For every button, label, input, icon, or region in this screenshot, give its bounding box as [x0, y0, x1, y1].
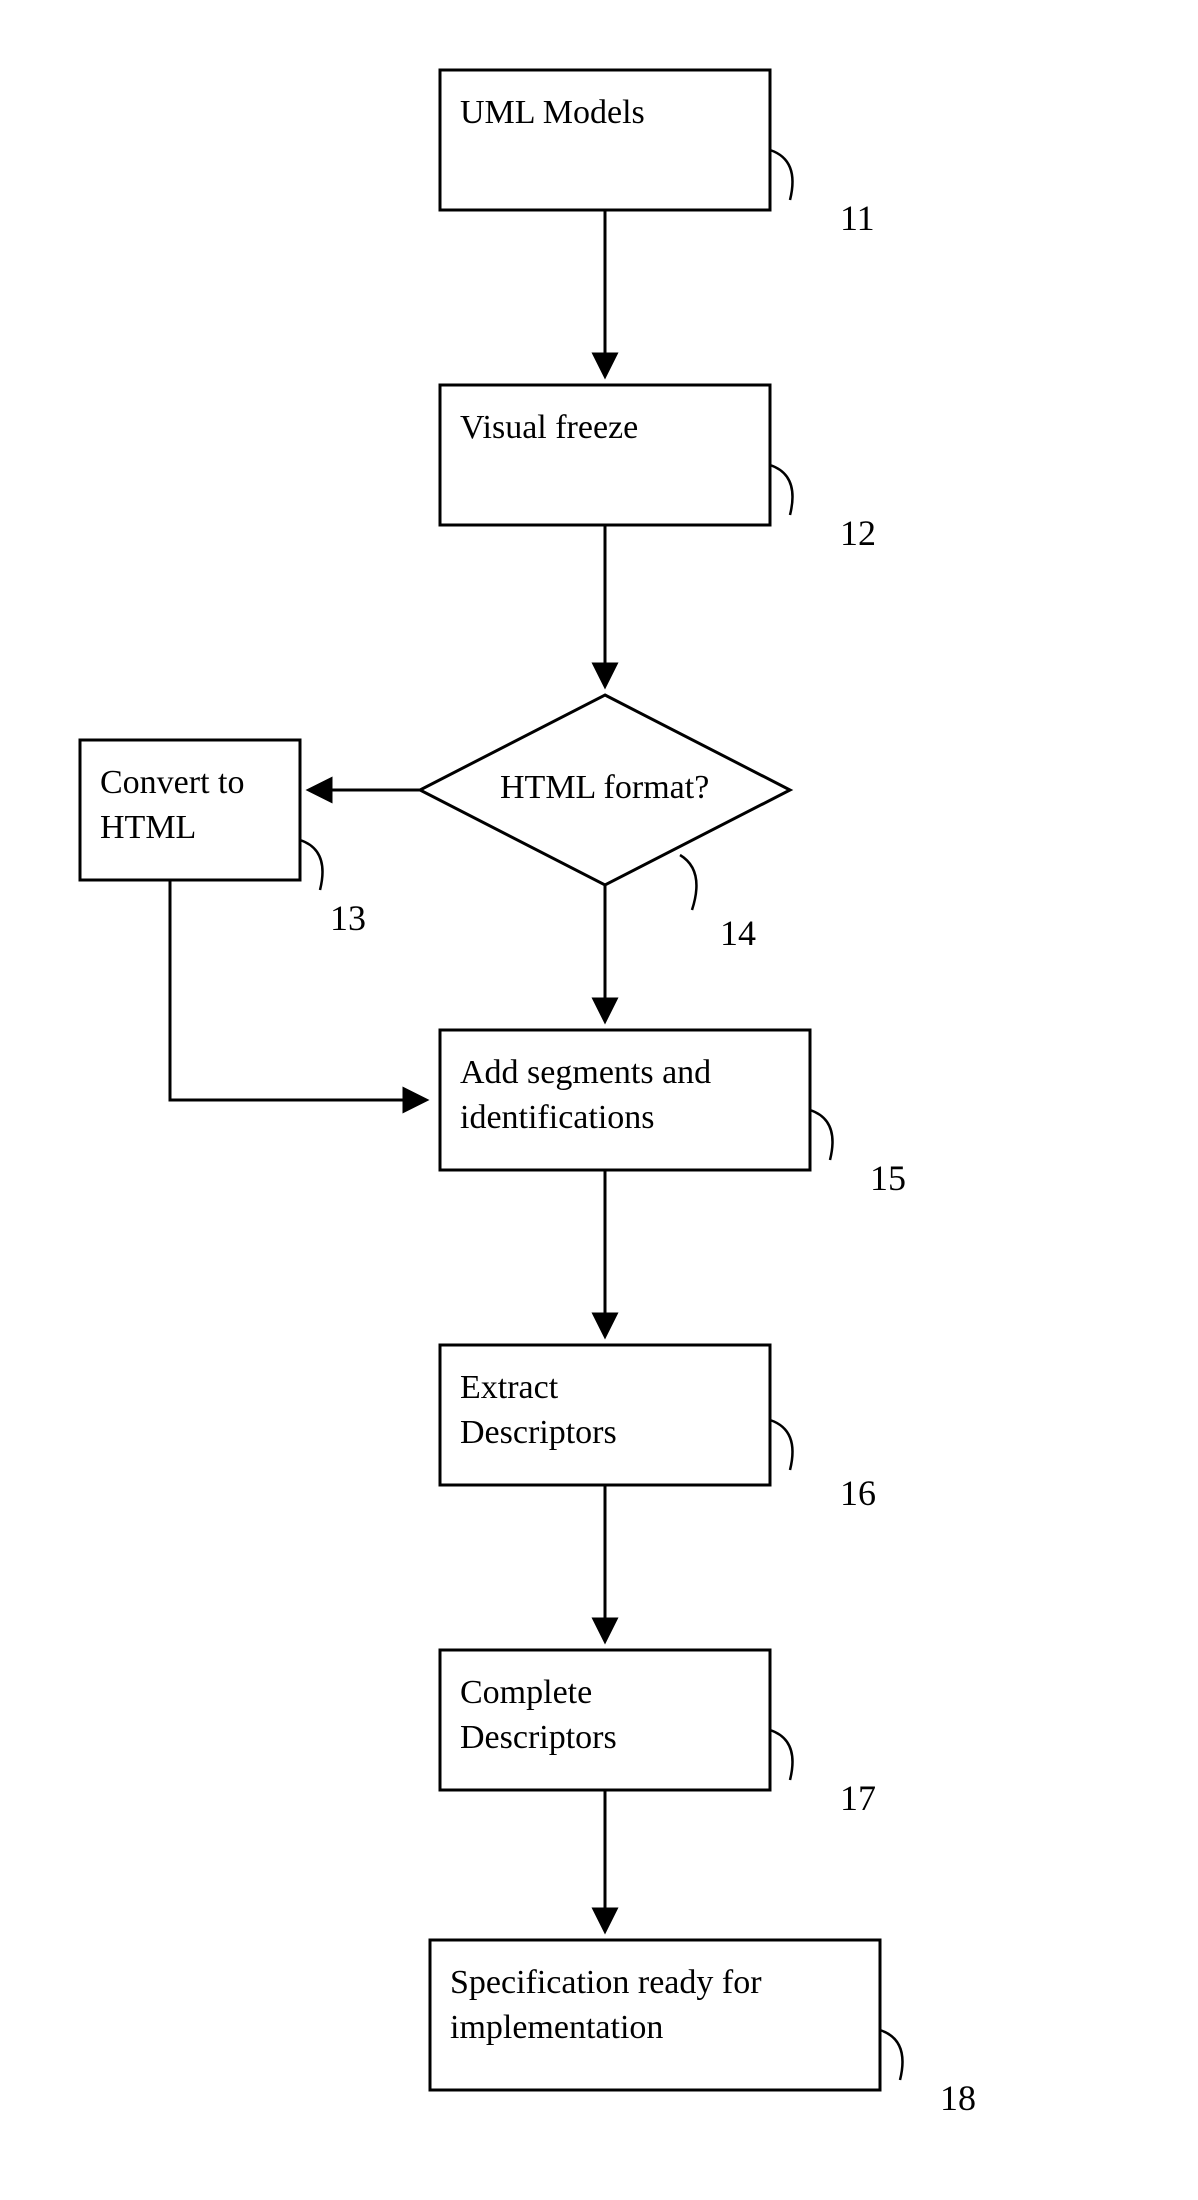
node-specification-ready-line2: implementation	[450, 2009, 663, 2046]
node-add-segments-line2: identifications	[460, 1099, 655, 1136]
flowchart: UML Models 11 Visual freeze 12 HTML form…	[0, 0, 1198, 2200]
node-html-format-label: HTML format?	[500, 769, 709, 806]
node-convert-to-html-line1: Convert to	[100, 764, 244, 801]
node-specification-ready-line1: Specification ready for	[450, 1964, 762, 2001]
edge-13-15	[170, 880, 425, 1100]
node-specification-ready-ref: 18	[940, 2078, 976, 2118]
node-complete-descriptors-line1: Complete	[460, 1674, 592, 1711]
node-extract-descriptors-line2: Descriptors	[460, 1414, 617, 1451]
node-extract-descriptors: Extract Descriptors 16	[440, 1345, 876, 1513]
node-uml-models-ref: 11	[840, 198, 875, 238]
node-visual-freeze-ref: 12	[840, 513, 876, 553]
node-uml-models-label: UML Models	[460, 94, 645, 131]
node-add-segments-ref: 15	[870, 1158, 906, 1198]
node-uml-models: UML Models 11	[440, 70, 875, 238]
node-extract-descriptors-line1: Extract	[460, 1369, 559, 1406]
node-visual-freeze: Visual freeze 12	[440, 385, 876, 553]
node-visual-freeze-label: Visual freeze	[460, 409, 638, 446]
node-complete-descriptors-ref: 17	[840, 1778, 876, 1818]
node-complete-descriptors: Complete Descriptors 17	[440, 1650, 876, 1818]
node-convert-to-html: Convert to HTML 13	[80, 740, 366, 938]
node-add-segments: Add segments and identifications 15	[440, 1030, 906, 1198]
node-specification-ready: Specification ready for implementation 1…	[430, 1940, 976, 2118]
node-convert-to-html-ref: 13	[330, 898, 366, 938]
node-extract-descriptors-ref: 16	[840, 1473, 876, 1513]
node-html-format-ref: 14	[720, 913, 756, 953]
node-add-segments-line1: Add segments and	[460, 1054, 711, 1091]
node-convert-to-html-line2: HTML	[100, 809, 196, 846]
node-complete-descriptors-line2: Descriptors	[460, 1719, 617, 1756]
